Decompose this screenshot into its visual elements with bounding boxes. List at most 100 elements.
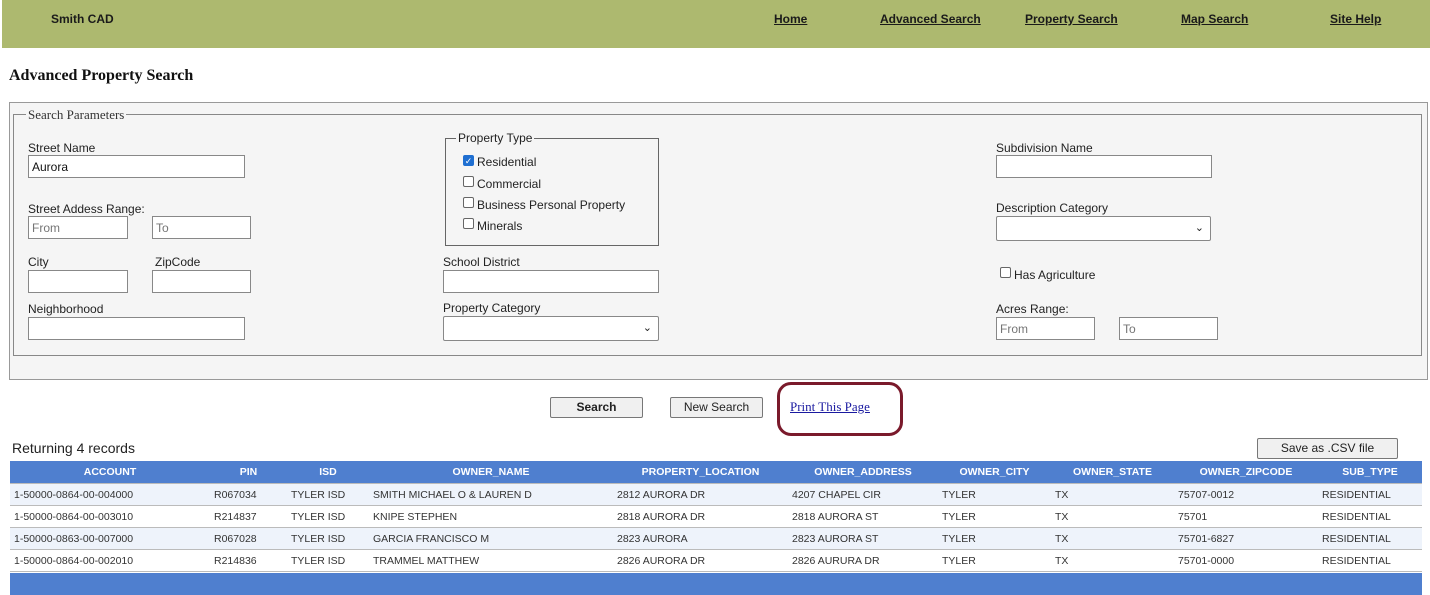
- column-header[interactable]: OWNER_NAME: [369, 461, 613, 484]
- results-summary: Returning 4 records: [12, 440, 135, 456]
- fieldset-legend: Search Parameters: [26, 107, 127, 123]
- table-cell: 75701-0000: [1174, 549, 1318, 572]
- table-cell: 2818 AURORA ST: [788, 505, 938, 528]
- bpp-checkbox[interactable]: [463, 197, 474, 208]
- table-cell: TYLER: [938, 549, 1051, 572]
- table-cell: R067028: [210, 527, 287, 550]
- table-cell: TYLER: [938, 527, 1051, 550]
- street-range-from-input[interactable]: [28, 216, 128, 239]
- table-cell: 4207 CHAPEL CIR: [788, 483, 938, 506]
- table-cell: RESIDENTIAL: [1318, 483, 1422, 506]
- table-cell: TX: [1051, 527, 1174, 550]
- column-header[interactable]: ISD: [287, 461, 369, 484]
- zipcode-label: ZipCode: [155, 255, 201, 269]
- minerals-label: Minerals: [477, 219, 523, 233]
- column-header[interactable]: OWNER_CITY: [938, 461, 1051, 484]
- table-cell: 75701: [1174, 505, 1318, 528]
- table-cell: R214836: [210, 549, 287, 572]
- table-cell: RESIDENTIAL: [1318, 505, 1422, 528]
- column-header[interactable]: OWNER_STATE: [1051, 461, 1174, 484]
- minerals-checkbox[interactable]: [463, 218, 474, 229]
- column-header[interactable]: OWNER_ZIPCODE: [1174, 461, 1318, 484]
- property-type-legend: Property Type: [456, 131, 535, 145]
- table-row[interactable]: 1-50000-0864-00-002010 R214836 TYLER ISD TR…: [10, 549, 1422, 572]
- new-search-button[interactable]: New Search: [670, 397, 763, 418]
- table-cell: 2826 AURORA DR: [613, 549, 788, 572]
- residential-label: Residential: [477, 155, 537, 169]
- subdivision-label: Subdivision Name: [996, 141, 1093, 155]
- description-category-label: Description Category: [996, 201, 1109, 215]
- table-cell: 1-50000-0864-00-002010: [10, 549, 210, 572]
- table-cell: TX: [1051, 549, 1174, 572]
- print-page-link[interactable]: Print This Page: [790, 399, 870, 415]
- has-agriculture-checkbox[interactable]: [1000, 267, 1011, 278]
- column-header[interactable]: ACCOUNT: [10, 461, 210, 484]
- table-cell: TRAMMEL MATTHEW: [369, 549, 613, 572]
- street-range-to-input[interactable]: [152, 216, 251, 239]
- commercial-label: Commercial: [477, 177, 542, 191]
- table-cell: KNIPE STEPHEN: [369, 505, 613, 528]
- table-footer: [10, 573, 1422, 595]
- table-cell: 2812 AURORA DR: [613, 483, 788, 506]
- table-header-row: ACCOUNT PIN ISD OWNER_NAME PROPERTY_LOCATION…: [10, 461, 1422, 484]
- search-button[interactable]: Search: [550, 397, 643, 418]
- table-cell: TYLER ISD: [287, 527, 369, 550]
- table-cell: 1-50000-0863-00-007000: [10, 527, 210, 550]
- commercial-checkbox[interactable]: [463, 176, 474, 187]
- table-cell: 1-50000-0864-00-004000: [10, 483, 210, 506]
- nav-map-search[interactable]: Map Search: [1181, 12, 1248, 26]
- school-district-label: School District: [443, 255, 520, 269]
- table-row[interactable]: 1-50000-0863-00-007000 R067028 TYLER ISD GA…: [10, 527, 1422, 550]
- street-name-label: Street Name: [28, 141, 96, 155]
- nav-home[interactable]: Home: [774, 12, 807, 26]
- table-row[interactable]: 1-50000-0864-00-004000 R067034 TYLER ISD SM…: [10, 483, 1422, 506]
- results-table: ACCOUNT PIN ISD OWNER_NAME PROPERTY_LOCATION…: [10, 461, 1422, 572]
- table-cell: 2823 AURORA: [613, 527, 788, 550]
- acres-to-input[interactable]: [1119, 317, 1218, 340]
- table-cell: TYLER ISD: [287, 505, 369, 528]
- street-name-input[interactable]: [28, 155, 245, 178]
- table-cell: SMITH MICHAEL O & LAUREN D: [369, 483, 613, 506]
- nav-property-search[interactable]: Property Search: [1025, 12, 1118, 26]
- table-cell: TYLER ISD: [287, 483, 369, 506]
- property-category-label: Property Category: [443, 301, 541, 315]
- table-cell: RESIDENTIAL: [1318, 549, 1422, 572]
- page-title: Advanced Property Search: [9, 67, 194, 84]
- street-range-label: Street Addess Range:: [28, 202, 145, 216]
- column-header[interactable]: PROPERTY_LOCATION: [613, 461, 788, 484]
- nav-site-help[interactable]: Site Help: [1330, 12, 1381, 26]
- table-cell: 2823 AURORA ST: [788, 527, 938, 550]
- table-cell: 1-50000-0864-00-003010: [10, 505, 210, 528]
- bpp-label: Business Personal Property: [477, 198, 626, 212]
- table-cell: 2826 AURURA DR: [788, 549, 938, 572]
- table-cell: TYLER: [938, 483, 1051, 506]
- table-cell: 75701-6827: [1174, 527, 1318, 550]
- nav-advanced-search[interactable]: Advanced Search: [880, 12, 981, 26]
- school-district-input[interactable]: [443, 270, 659, 293]
- column-header[interactable]: OWNER_ADDRESS: [788, 461, 938, 484]
- table-cell: 75707-0012: [1174, 483, 1318, 506]
- column-header[interactable]: SUB_TYPE: [1318, 461, 1422, 484]
- table-cell: RESIDENTIAL: [1318, 527, 1422, 550]
- save-csv-button[interactable]: Save as .CSV file: [1257, 438, 1398, 459]
- neighborhood-label: Neighborhood: [28, 302, 104, 316]
- property-category-select[interactable]: ⌄: [443, 316, 659, 341]
- has-agriculture-label: Has Agriculture: [1014, 268, 1096, 282]
- description-category-select[interactable]: ⌄: [996, 216, 1211, 241]
- table-cell: GARCIA FRANCISCO M: [369, 527, 613, 550]
- table-cell: TYLER ISD: [287, 549, 369, 572]
- city-label: City: [28, 255, 49, 269]
- chevron-down-icon: ⌄: [642, 322, 652, 334]
- acres-from-input[interactable]: [996, 317, 1095, 340]
- table-row[interactable]: 1-50000-0864-00-003010 R214837 TYLER ISD KN…: [10, 505, 1422, 528]
- column-header[interactable]: PIN: [210, 461, 287, 484]
- city-input[interactable]: [28, 270, 128, 293]
- chevron-down-icon: ⌄: [1194, 222, 1204, 234]
- table-cell: TX: [1051, 483, 1174, 506]
- neighborhood-input[interactable]: [28, 317, 245, 340]
- site-brand: Smith CAD: [51, 12, 114, 26]
- subdivision-input[interactable]: [996, 155, 1212, 178]
- zipcode-input[interactable]: [152, 270, 251, 293]
- residential-checkbox[interactable]: ✓: [463, 155, 474, 166]
- table-cell: TX: [1051, 505, 1174, 528]
